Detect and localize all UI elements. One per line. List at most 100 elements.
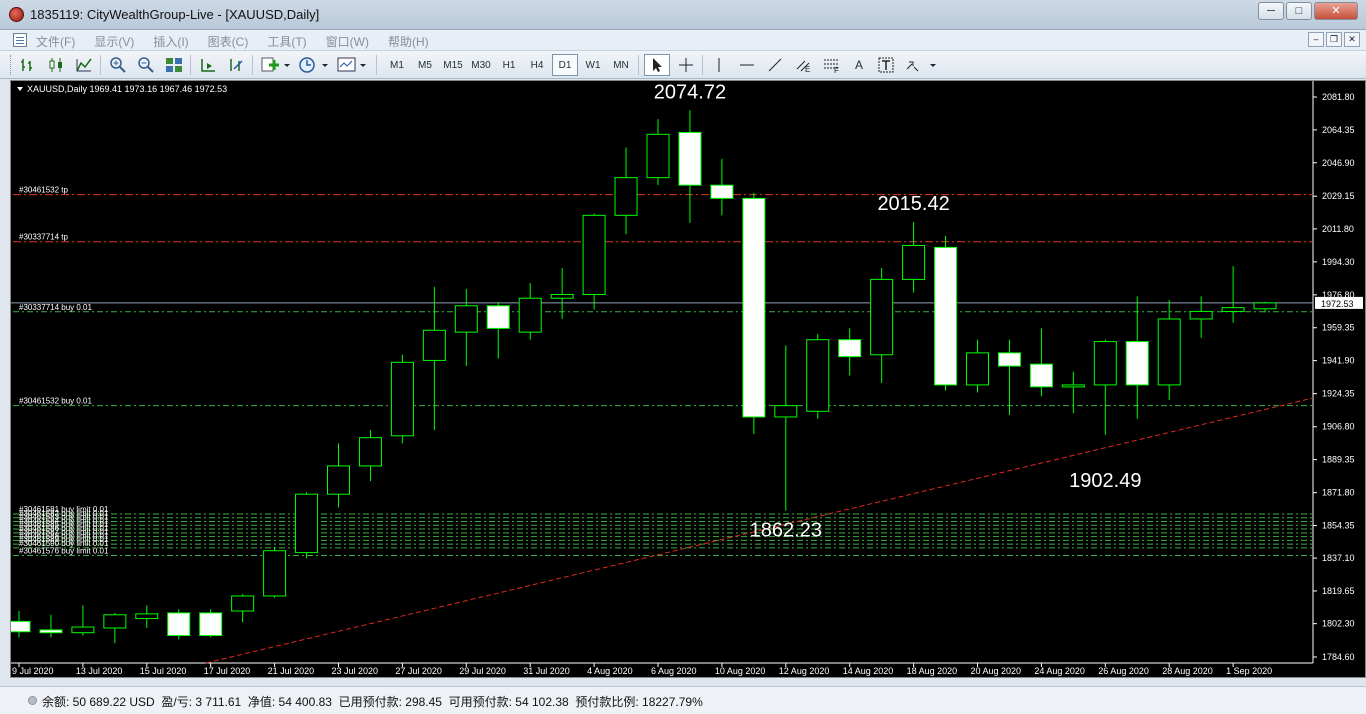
date-axis-label: 27 Jul 2020 xyxy=(395,666,442,676)
zoom-out-icon[interactable] xyxy=(134,54,158,76)
price-annotation[interactable]: 1902.49 xyxy=(1069,470,1141,492)
current-price-label: 1972.53 xyxy=(1321,299,1354,309)
menu-item[interactable]: 插入(I) xyxy=(153,33,197,50)
child-restore-button[interactable]: ❐ xyxy=(1326,32,1342,47)
trendline-icon[interactable] xyxy=(764,54,786,76)
candle-body xyxy=(11,620,31,633)
toolbar-grip[interactable] xyxy=(10,55,13,75)
child-minimize-button[interactable]: – xyxy=(1308,32,1324,47)
candle-body xyxy=(39,629,63,634)
order-label: #30461576 buy limit 0.01 xyxy=(19,546,109,555)
cursor-tool-icon[interactable] xyxy=(644,54,670,76)
price-axis-label: 2011.80 xyxy=(1322,224,1354,234)
price-chart[interactable]: #30461532 tp #30337714 tp #30337714 buy 0.… xyxy=(11,81,1366,679)
zoom-in-icon[interactable] xyxy=(106,54,130,76)
fibonacci-icon[interactable]: F xyxy=(820,54,844,76)
chart-shift-icon[interactable] xyxy=(196,54,220,76)
timeframe-h1-button[interactable]: H1 xyxy=(496,54,522,76)
candlestick-chart-icon[interactable] xyxy=(44,54,68,76)
menu-item[interactable]: 窗口(W) xyxy=(326,33,378,50)
crosshair-tool-icon[interactable] xyxy=(674,54,698,76)
timeframe-m30-button[interactable]: M30 xyxy=(468,54,494,76)
window-title: 1835119: CityWealthGroup-Live - [XAUUSD,… xyxy=(30,7,320,22)
text-tool-icon[interactable]: A xyxy=(848,54,870,76)
date-axis-label: 6 Aug 2020 xyxy=(651,666,697,676)
templates-icon[interactable] xyxy=(334,54,370,76)
candle-body xyxy=(518,297,542,333)
order-label: #30461532 buy 0.01 xyxy=(19,397,93,406)
indicators-icon[interactable] xyxy=(258,54,292,76)
candle-body xyxy=(966,352,989,386)
candle-body xyxy=(231,595,255,612)
svg-text:F: F xyxy=(834,66,839,73)
menu-item[interactable]: 帮助(H) xyxy=(388,33,438,50)
price-annotation[interactable]: 2074.72 xyxy=(654,81,726,103)
price-annotation[interactable]: 1862.23 xyxy=(750,520,822,542)
price-axis-label: 1959.35 xyxy=(1322,323,1355,333)
close-button[interactable]: ✕ xyxy=(1314,2,1358,20)
take-profit-label: #30461532 tp xyxy=(19,186,68,195)
candle-body xyxy=(678,131,702,186)
price-axis-label: 1784.60 xyxy=(1322,652,1355,662)
candle-body xyxy=(710,184,734,199)
date-axis-label: 1 Sep 2020 xyxy=(1226,666,1272,676)
candle-body xyxy=(1125,341,1149,386)
candle-body xyxy=(806,339,830,412)
menu-item[interactable]: 图表(C) xyxy=(208,33,258,50)
candle-body xyxy=(934,246,958,386)
tile-windows-icon[interactable] xyxy=(162,54,186,76)
chart-window-icon[interactable] xyxy=(13,33,27,47)
date-axis-label: 12 Aug 2020 xyxy=(779,666,830,676)
candle-body xyxy=(486,305,510,329)
candle-body xyxy=(614,177,638,216)
chart-window[interactable]: #30461532 tp #30337714 tp #30337714 buy 0.… xyxy=(10,80,1366,678)
line-chart-icon[interactable] xyxy=(72,54,96,76)
menu-item[interactable]: 显示(V) xyxy=(94,33,143,50)
toolbar-separator xyxy=(638,55,639,75)
maximize-button[interactable]: □ xyxy=(1286,2,1312,20)
date-axis-label: 20 Aug 2020 xyxy=(971,666,1022,676)
timeframe-d1-button[interactable]: D1 xyxy=(552,54,578,76)
candle-body xyxy=(550,293,574,299)
timeframe-m5-button[interactable]: M5 xyxy=(412,54,438,76)
minimize-button[interactable]: ─ xyxy=(1258,2,1284,20)
menu-item[interactable]: 文件(F) xyxy=(36,33,84,50)
candle-body xyxy=(135,613,159,620)
price-axis-label: 1871.80 xyxy=(1322,488,1355,498)
collapse-triangle-icon[interactable] xyxy=(17,87,23,91)
date-axis-label: 4 Aug 2020 xyxy=(587,666,633,676)
child-close-button[interactable]: ✕ xyxy=(1344,32,1360,47)
arrows-tool-icon[interactable] xyxy=(902,54,938,76)
price-axis-label: 2046.90 xyxy=(1322,158,1355,168)
timeframe-m15-button[interactable]: M15 xyxy=(440,54,466,76)
periods-clock-icon[interactable] xyxy=(296,54,330,76)
candle-body xyxy=(358,437,382,467)
candle-body xyxy=(263,550,287,597)
timeframe-m1-button[interactable]: M1 xyxy=(384,54,410,76)
candle-body xyxy=(454,305,478,333)
date-axis-label: 14 Aug 2020 xyxy=(843,666,894,676)
menu-item[interactable]: 工具(T) xyxy=(267,33,315,50)
vertical-line-icon[interactable] xyxy=(708,54,730,76)
timeframe-w1-button[interactable]: W1 xyxy=(580,54,606,76)
date-axis-label: 31 Jul 2020 xyxy=(523,666,570,676)
text-label-icon[interactable] xyxy=(874,54,898,76)
price-axis-label: 1906.80 xyxy=(1322,422,1355,432)
candle-body xyxy=(742,197,766,418)
price-annotation[interactable]: 2015.42 xyxy=(877,193,949,215)
auto-scroll-icon[interactable] xyxy=(224,54,248,76)
candle-body xyxy=(327,465,350,495)
date-axis-label: 29 Jul 2020 xyxy=(459,666,506,676)
timeframe-h4-button[interactable]: H4 xyxy=(524,54,550,76)
bar-chart-icon[interactable] xyxy=(16,54,40,76)
equidistant-channel-icon[interactable]: E xyxy=(792,54,816,76)
candle-body xyxy=(997,352,1021,367)
candle-body xyxy=(1253,302,1277,310)
candle-body xyxy=(1221,307,1245,312)
candle-body xyxy=(199,612,223,637)
horizontal-line-icon[interactable] xyxy=(736,54,758,76)
candle-body xyxy=(1189,310,1213,320)
price-axis-label: 2081.80 xyxy=(1322,92,1355,102)
menu-bar: 文件(F) 显示(V) 插入(I) 图表(C) 工具(T) 窗口(W) 帮助(H) – ❐ … xyxy=(0,30,1366,51)
timeframe-mn-button[interactable]: MN xyxy=(608,54,634,76)
